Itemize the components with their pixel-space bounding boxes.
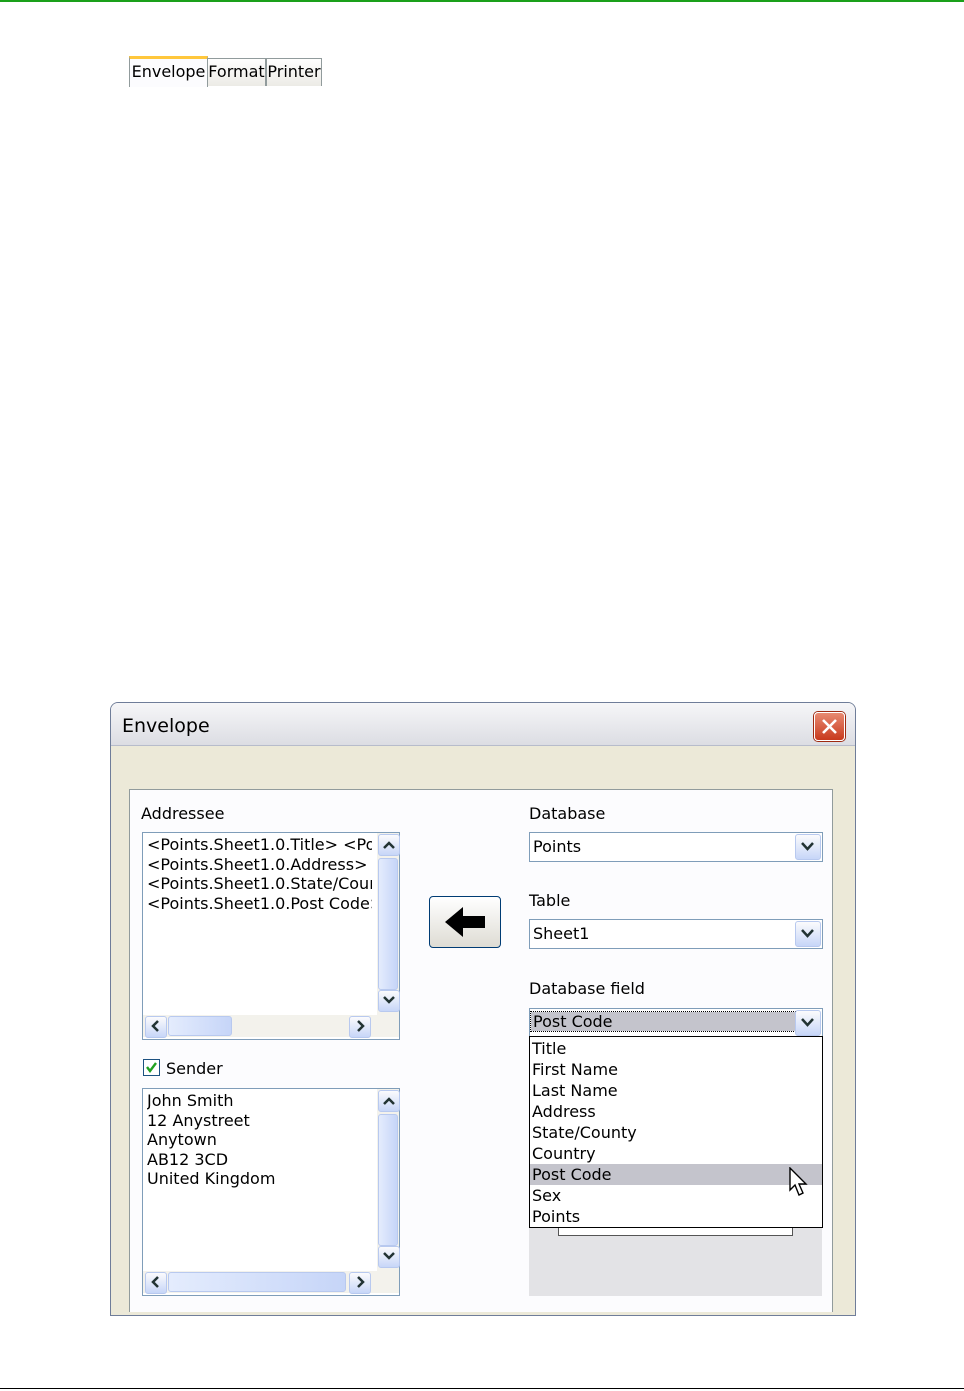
- mouse-pointer-icon: [789, 1167, 808, 1196]
- dropdown-option[interactable]: Points: [530, 1206, 822, 1227]
- checkmark-icon: [146, 1062, 157, 1073]
- dropdown-option-selected[interactable]: Post Code: [530, 1164, 822, 1185]
- dropdown-option[interactable]: Title: [530, 1038, 822, 1059]
- addressee-horizontal-scrollbar[interactable]: [143, 1015, 399, 1038]
- sender-vertical-scrollbar[interactable]: [377, 1089, 400, 1271]
- dialog-title: Envelope: [122, 715, 210, 737]
- close-icon: [822, 719, 837, 734]
- addressee-line: <Points.Sheet1.0.Title> <Points.Sheet1.0…: [147, 835, 372, 854]
- arrow-left-icon: [445, 907, 485, 937]
- database-select[interactable]: Points: [529, 832, 823, 862]
- sender-line: John Smith: [147, 1091, 234, 1110]
- scroll-thumb[interactable]: [378, 858, 398, 990]
- sender-label: Sender: [166, 1059, 223, 1078]
- scroll-thumb[interactable]: [168, 1016, 232, 1036]
- chevron-up-icon: [383, 1097, 395, 1105]
- database-dropdown-button[interactable]: [795, 834, 821, 860]
- tab-printer[interactable]: Printer: [266, 58, 322, 86]
- dropdown-option[interactable]: State/County: [530, 1122, 822, 1143]
- scroll-thumb[interactable]: [378, 1114, 398, 1246]
- database-field-dropdown-button[interactable]: [795, 1010, 821, 1036]
- chevron-up-icon: [383, 841, 395, 849]
- database-field-dropdown-list[interactable]: Title First Name Last Name Address State…: [529, 1036, 823, 1228]
- sender-textbox[interactable]: John Smith 12 Anystreet Anytown AB12 3CD…: [142, 1088, 400, 1296]
- database-field-label: Database field: [529, 979, 645, 998]
- page-top-rule: [0, 0, 964, 2]
- chevron-down-icon: [801, 1018, 814, 1027]
- scroll-right-button[interactable]: [349, 1016, 371, 1038]
- sender-checkbox[interactable]: [143, 1059, 160, 1076]
- scroll-left-button[interactable]: [145, 1272, 167, 1294]
- chevron-left-icon: [151, 1276, 159, 1288]
- tab-format-label: Format: [208, 62, 265, 81]
- table-select[interactable]: Sheet1: [529, 919, 823, 949]
- scroll-down-button[interactable]: [378, 990, 400, 1012]
- dropdown-option[interactable]: First Name: [530, 1059, 822, 1080]
- scroll-up-button[interactable]: [378, 1090, 400, 1112]
- tab-printer-label: Printer: [267, 62, 321, 81]
- scroll-right-button[interactable]: [349, 1272, 371, 1294]
- page-bottom-rule: [0, 1388, 964, 1389]
- dropdown-option[interactable]: Last Name: [530, 1080, 822, 1101]
- addressee-line: <Points.Sheet1.0.Post Code>: [147, 893, 372, 913]
- scroll-down-button[interactable]: [378, 1246, 400, 1268]
- tab-envelope[interactable]: Envelope: [129, 56, 208, 87]
- sender-line: United Kingdom: [147, 1169, 276, 1188]
- database-field-select[interactable]: Post Code: [529, 1008, 823, 1038]
- database-label: Database: [529, 804, 606, 823]
- table-dropdown-button[interactable]: [795, 921, 821, 947]
- addressee-textbox[interactable]: <Points.Sheet1.0.Title> <Points.Sheet1.0…: [142, 832, 400, 1040]
- chevron-down-icon: [383, 996, 395, 1004]
- dropdown-option[interactable]: Sex: [530, 1185, 822, 1206]
- scroll-left-button[interactable]: [145, 1016, 167, 1038]
- title-bar: Envelope: [111, 703, 855, 746]
- sender-line: AB12 3CD: [147, 1149, 229, 1169]
- tab-format[interactable]: Format: [207, 58, 266, 86]
- insert-field-button[interactable]: [429, 896, 501, 948]
- chevron-down-icon: [383, 1252, 395, 1260]
- database-field-value: Post Code: [530, 1011, 798, 1032]
- dropdown-option[interactable]: Country: [530, 1143, 822, 1164]
- table-label: Table: [529, 891, 571, 910]
- dropdown-option[interactable]: Address: [530, 1101, 822, 1122]
- addressee-line: <Points.Sheet1.0.Address>: [147, 854, 368, 874]
- chevron-left-icon: [151, 1020, 159, 1032]
- scroll-up-button[interactable]: [378, 834, 400, 856]
- chevron-right-icon: [357, 1276, 365, 1288]
- table-value: Sheet1: [533, 924, 590, 943]
- field-area-background: [529, 1226, 822, 1296]
- database-value: Points: [533, 837, 582, 856]
- addressee-label: Addressee: [141, 804, 225, 823]
- close-button[interactable]: [814, 712, 845, 741]
- chevron-down-icon: [801, 842, 814, 851]
- addressee-vertical-scrollbar[interactable]: [377, 833, 400, 1015]
- tab-envelope-label: Envelope: [131, 62, 206, 81]
- sender-line: 12 Anystreet: [147, 1110, 250, 1130]
- chevron-right-icon: [357, 1020, 365, 1032]
- chevron-down-icon: [801, 929, 814, 938]
- sender-horizontal-scrollbar[interactable]: [143, 1271, 399, 1294]
- sender-line: Anytown: [147, 1130, 217, 1149]
- addressee-line: <Points.Sheet1.0.State/County>: [147, 874, 372, 893]
- scroll-thumb[interactable]: [168, 1272, 346, 1292]
